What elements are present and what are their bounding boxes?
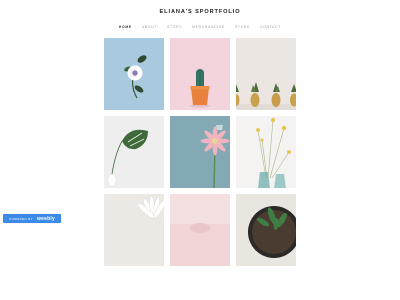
gallery-tile-yellow-flowers[interactable] <box>236 116 296 188</box>
main-navigation: HOME ABOUT STORY MERCHANDISE STORE CONTA… <box>0 25 400 29</box>
rose-icon <box>104 38 164 110</box>
gallery-tile-cactus[interactable] <box>170 38 230 110</box>
weebly-logo-text: weebly <box>37 215 55 222</box>
gallery-tile-monstera[interactable] <box>104 116 164 188</box>
nav-item-merchandise[interactable]: MERCHANDISE <box>192 25 225 29</box>
badge-prefix: POWERED BY <box>9 216 34 221</box>
gallery-tile-pineapples[interactable] <box>236 38 296 110</box>
pink-flower-icon <box>170 194 230 266</box>
nav-item-contact[interactable]: CONTACT <box>260 25 281 29</box>
nav-item-store[interactable]: STORE <box>235 25 250 29</box>
yellow-flowers-icon <box>236 116 296 188</box>
gallery-tile-rose[interactable] <box>104 38 164 110</box>
powered-by-weebly-badge[interactable]: POWERED BY weebly <box>3 214 61 223</box>
site-title[interactable]: ELIANA'S SPORTFOLIO <box>0 9 400 15</box>
nav-item-about[interactable]: ABOUT <box>142 25 157 29</box>
pineapple-icon <box>236 38 296 110</box>
gallery-tile-daisy[interactable] <box>104 194 164 266</box>
gallery-tile-potted-plant[interactable] <box>236 194 296 266</box>
nav-item-story[interactable]: STORY <box>167 25 182 29</box>
nav-item-home[interactable]: HOME <box>119 25 132 29</box>
gerbera-icon <box>170 116 230 188</box>
gallery-tile-pink-flower[interactable] <box>170 194 230 266</box>
daisy-icon <box>104 194 164 266</box>
monstera-leaf-icon <box>104 116 164 188</box>
potted-plant-icon <box>236 194 296 266</box>
cactus-icon <box>170 38 230 110</box>
gallery-tile-gerbera[interactable] <box>170 116 230 188</box>
